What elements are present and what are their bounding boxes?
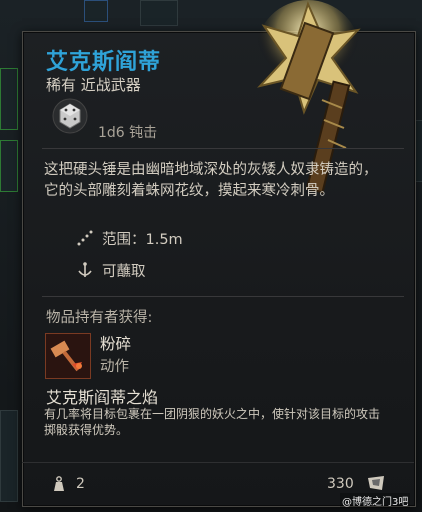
- divider: [42, 296, 404, 297]
- gold-coin-icon: [368, 476, 384, 490]
- smash-action-button[interactable]: [45, 333, 91, 379]
- inventory-slot[interactable]: [0, 410, 18, 502]
- property-range: 范围：1.5m: [102, 232, 183, 248]
- property-dip: 可蘸取: [102, 264, 146, 280]
- feature-title: 艾克斯阎蒂之焰: [46, 388, 159, 407]
- grants-header: 物品持有者获得:: [46, 310, 153, 326]
- item-description: 这把硬头锤是由幽暗地域深处的灰矮人奴隶铸造的，它的头部雕刻着蛛网花纹，摸起来寒冷…: [44, 162, 378, 199]
- weight-value: 2: [76, 476, 85, 492]
- price-value: 330: [327, 476, 354, 492]
- feature-description: 有几率将目标包裹在一团阴狠的妖火之中，使针对该目标的攻击掷骰获得优势。: [44, 407, 381, 437]
- item-name: 艾克斯阎蒂: [46, 50, 162, 75]
- range-icon: [77, 230, 93, 246]
- inventory-slot[interactable]: [140, 0, 178, 26]
- weight-icon: [54, 476, 64, 491]
- inventory-slot[interactable]: [0, 140, 18, 192]
- watermark: @博德之门3吧: [340, 493, 411, 508]
- smash-icon: [50, 340, 82, 372]
- damage-value: 1d6 钝击: [98, 125, 158, 141]
- divider: [42, 148, 404, 149]
- action-type: 动作: [100, 359, 129, 375]
- dip-icon: [78, 262, 92, 277]
- inventory-slot[interactable]: [84, 0, 108, 22]
- item-rarity-type: 稀有 近战武器: [46, 76, 141, 94]
- action-name: 粉碎: [100, 335, 132, 353]
- die-icon: [52, 98, 88, 134]
- inventory-slot[interactable]: [0, 68, 18, 130]
